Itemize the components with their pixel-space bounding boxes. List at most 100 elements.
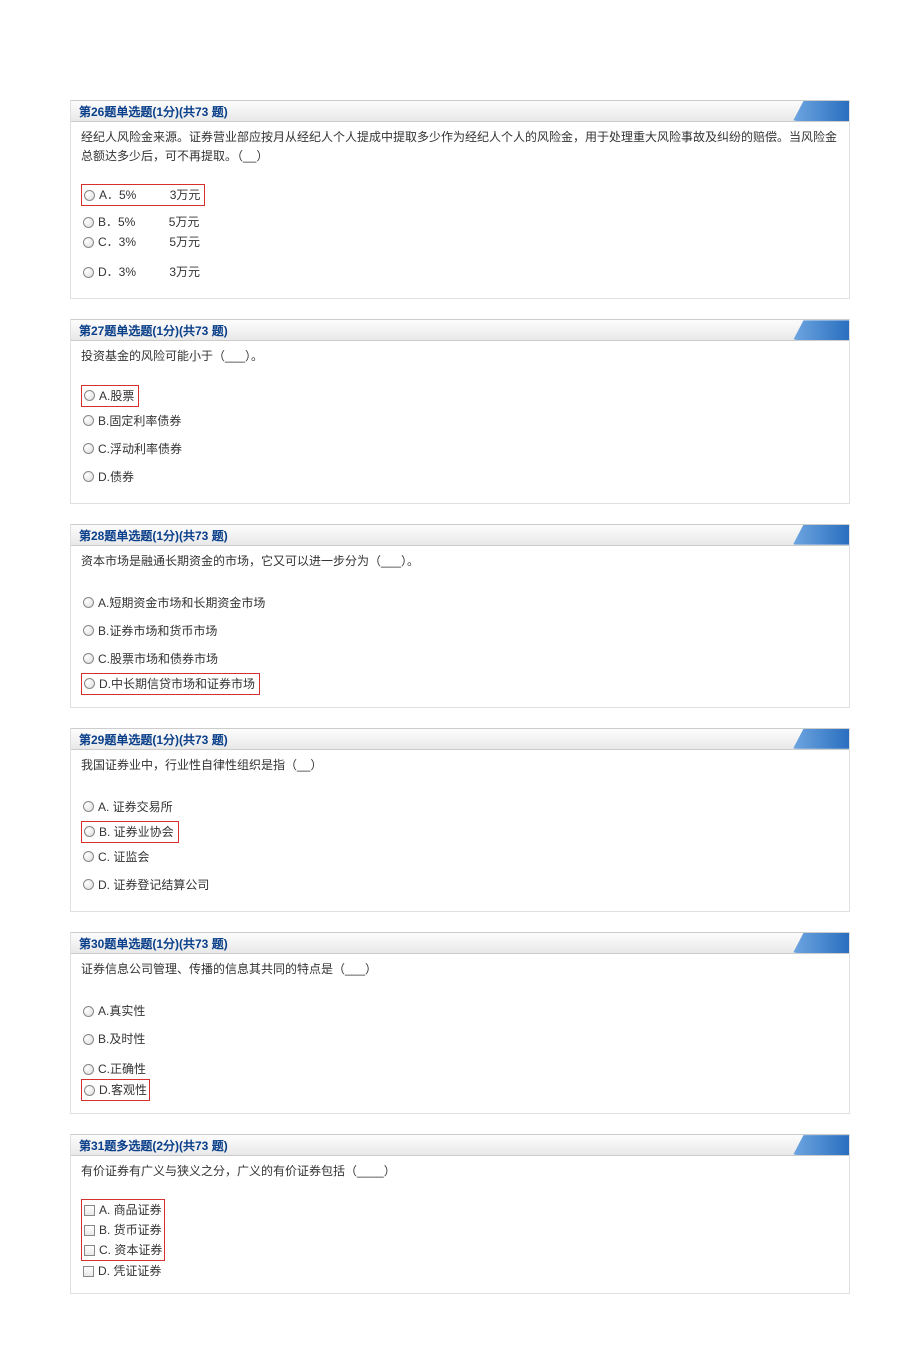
question-header-text: 第31题多选题(2分)(共73 题) <box>79 1139 228 1153</box>
question-text: 经纪人风险金来源。证券营业部应按月从经纪人个人提成中提取多少作为经纪人个人的风险… <box>71 122 849 174</box>
radio-icon[interactable] <box>83 1064 94 1075</box>
option-item[interactable]: D.债券 <box>81 463 839 491</box>
radio-icon[interactable] <box>83 801 94 812</box>
option-item[interactable]: C. 资本证券 <box>82 1240 164 1260</box>
question-header-text: 第26题单选题(1分)(共73 题) <box>79 105 228 119</box>
option-label: C.正确性 <box>98 1060 146 1078</box>
option-item[interactable]: C.股票市场和债券市场 <box>81 645 839 673</box>
question-text: 我国证券业中，行业性自律性组织是指（__） <box>71 750 849 783</box>
option-item[interactable]: C.正确性 <box>81 1059 839 1079</box>
radio-icon[interactable] <box>84 678 95 689</box>
option-item[interactable]: B. 证券业协会 <box>81 821 179 843</box>
option-label: A.股票 <box>99 387 134 405</box>
option-item[interactable]: D.中长期信贷市场和证券市场 <box>81 673 260 695</box>
question-block: 第29题单选题(1分)(共73 题)我国证券业中，行业性自律性组织是指（__）A… <box>70 728 850 912</box>
question-block: 第26题单选题(1分)(共73 题) 经纪人风险金来源。证券营业部应按月从经纪人个… <box>70 100 850 299</box>
radio-icon[interactable] <box>83 471 94 482</box>
option-item[interactable]: D. 凭证证券 <box>81 1261 839 1281</box>
option-item[interactable]: C.浮动利率债券 <box>81 435 839 463</box>
question-text: 有价证券有广义与狭义之分，广义的有价证券包括（____） <box>71 1156 849 1189</box>
option-item[interactable]: B.及时性 <box>81 1025 839 1053</box>
radio-icon[interactable] <box>83 653 94 664</box>
options-list: A.股票 B.固定利率债券 C.浮动利率债券 D.债券 <box>71 375 849 503</box>
question-text: 投资基金的风险可能小于（___）。 <box>71 341 849 374</box>
header-stripe-icon <box>779 101 849 121</box>
header-stripe-icon <box>779 933 849 953</box>
question-block: 第31题多选题(2分)(共73 题) 有价证券有广义与狭义之分，广义的有价证券包括… <box>70 1134 850 1294</box>
header-stripe-icon <box>779 1135 849 1155</box>
option-label: B. 货币证券 <box>99 1221 162 1239</box>
radio-icon[interactable] <box>83 851 94 862</box>
option-label: A. 证券交易所 <box>98 798 173 816</box>
question-text: 证券信息公司管理、传播的信息其共同的特点是（___） <box>71 954 849 987</box>
radio-icon[interactable] <box>83 217 94 228</box>
radio-icon[interactable] <box>84 1085 95 1096</box>
option-label: D.客观性 <box>99 1081 147 1099</box>
checkbox-icon[interactable] <box>84 1205 95 1216</box>
question-block: 第28题单选题(1分)(共73 题)资本市场是融通长期资金的市场，它又可以进一步… <box>70 524 850 708</box>
option-item[interactable]: D.客观性 <box>81 1079 150 1101</box>
option-label: D. 证券登记结算公司 <box>98 876 209 894</box>
question-header: 第30题单选题(1分)(共73 题) <box>71 932 849 954</box>
option-item[interactable]: A. 商品证券 <box>82 1200 164 1220</box>
question-header: 第31题多选题(2分)(共73 题) <box>71 1134 849 1156</box>
question-header-text: 第30题单选题(1分)(共73 题) <box>79 937 228 951</box>
option-item[interactable]: C．3% 5万元 <box>81 232 839 252</box>
option-item[interactable]: A. 证券交易所 <box>81 793 839 821</box>
question-block: 第30题单选题(1分)(共73 题) 证券信息公司管理、传播的信息其共同的特点是（… <box>70 932 850 1114</box>
radio-icon[interactable] <box>83 625 94 636</box>
radio-icon[interactable] <box>83 415 94 426</box>
option-label: A．5% 3万元 <box>99 186 200 204</box>
highlighted-group: A. 商品证券 B. 货币证券C. 资本证券 <box>81 1199 165 1261</box>
option-label: D.中长期信贷市场和证券市场 <box>99 675 255 693</box>
question-header: 第27题单选题(1分)(共73 题) <box>71 319 849 341</box>
option-item[interactable]: C. 证监会 <box>81 843 839 871</box>
option-label: B.证券市场和货币市场 <box>98 622 217 640</box>
question-block: 第27题单选题(1分)(共73 题)投资基金的风险可能小于（___）。 A.股票 B… <box>70 319 850 503</box>
radio-icon[interactable] <box>83 597 94 608</box>
checkbox-icon[interactable] <box>84 1225 95 1236</box>
radio-icon[interactable] <box>83 237 94 248</box>
option-label: C.股票市场和债券市场 <box>98 650 218 668</box>
radio-icon[interactable] <box>84 826 95 837</box>
option-label: B.及时性 <box>98 1030 145 1048</box>
options-list: A. 证券交易所 B. 证券业协会 C. 证监会 D. 证券登记结算公司 <box>71 783 849 911</box>
option-label: B.固定利率债券 <box>98 412 181 430</box>
options-list: A. 商品证券 B. 货币证券C. 资本证券 D. 凭证证券 <box>71 1189 849 1293</box>
checkbox-icon[interactable] <box>84 1245 95 1256</box>
radio-icon[interactable] <box>83 879 94 890</box>
option-item[interactable]: B. 货币证券 <box>82 1220 164 1240</box>
option-item[interactable]: B.固定利率债券 <box>81 407 839 435</box>
question-header-text: 第28题单选题(1分)(共73 题) <box>79 529 228 543</box>
option-label: C．3% 5万元 <box>98 233 200 251</box>
radio-icon[interactable] <box>83 267 94 278</box>
radio-icon[interactable] <box>83 1006 94 1017</box>
radio-icon[interactable] <box>83 1034 94 1045</box>
option-item[interactable]: B.证券市场和货币市场 <box>81 617 839 645</box>
option-label: B. 证券业协会 <box>99 823 174 841</box>
option-item[interactable]: A.股票 <box>81 385 139 407</box>
option-label: D. 凭证证券 <box>98 1262 161 1280</box>
header-stripe-icon <box>779 320 849 340</box>
option-label: C.浮动利率债券 <box>98 440 182 458</box>
option-item[interactable]: A．5% 3万元 <box>81 184 205 206</box>
option-item[interactable]: A.真实性 <box>81 997 839 1025</box>
option-label: D.债券 <box>98 468 134 486</box>
checkbox-icon[interactable] <box>83 1266 94 1277</box>
option-label: C. 证监会 <box>98 848 149 866</box>
radio-icon[interactable] <box>84 390 95 401</box>
option-item[interactable]: B．5% 5万元 <box>81 212 839 232</box>
radio-icon[interactable] <box>84 190 95 201</box>
option-item[interactable]: D. 证券登记结算公司 <box>81 871 839 899</box>
option-label: B．5% 5万元 <box>98 213 199 231</box>
question-header: 第29题单选题(1分)(共73 题) <box>71 728 849 750</box>
radio-icon[interactable] <box>83 443 94 454</box>
question-header: 第26题单选题(1分)(共73 题) <box>71 100 849 122</box>
option-label: D．3% 3万元 <box>98 263 200 281</box>
option-item[interactable]: D．3% 3万元 <box>81 258 839 286</box>
exam-container: 第26题单选题(1分)(共73 题) 经纪人风险金来源。证券营业部应按月从经纪人个… <box>70 100 850 1294</box>
option-item[interactable]: A.短期资金市场和长期资金市场 <box>81 589 839 617</box>
options-list: A．5% 3万元 B．5% 5万元 C．3% 5万元 D．3% 3万元 <box>71 174 849 298</box>
option-label: A.短期资金市场和长期资金市场 <box>98 594 265 612</box>
option-label: A. 商品证券 <box>99 1201 162 1219</box>
